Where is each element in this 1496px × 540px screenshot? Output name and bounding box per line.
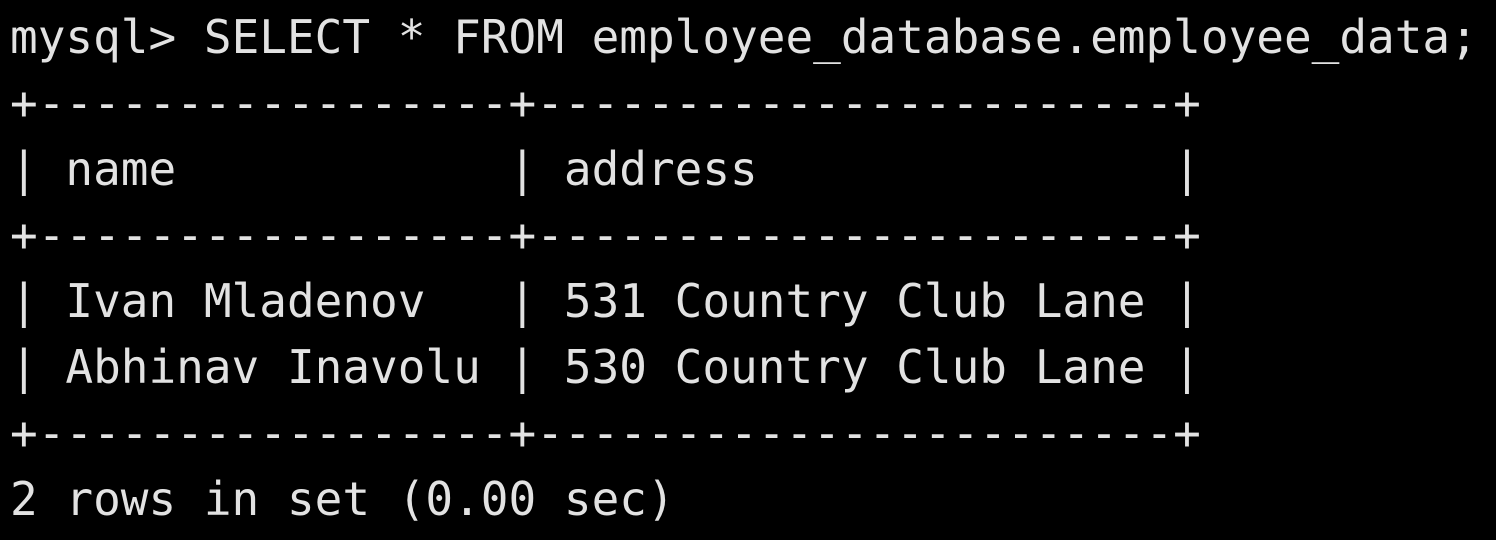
table-row: | Ivan Mladenov | 531 Country Club Lane … [10,274,1201,328]
table-border-header: +-----------------+---------------------… [10,208,1201,262]
terminal-window[interactable]: mysql> SELECT * FROM employee_database.e… [10,4,1496,540]
table-border-top: +-----------------+---------------------… [10,76,1201,130]
table-header-row: | name | address | [10,142,1201,196]
result-summary: 2 rows in set (0.00 sec) [10,472,675,526]
sql-command: SELECT * FROM employee_database.employee… [203,10,1478,64]
table-row: | Abhinav Inavolu | 530 Country Club Lan… [10,340,1201,394]
command-line: mysql> SELECT * FROM employee_database.e… [10,4,1496,70]
table-border-bottom: +-----------------+---------------------… [10,406,1201,460]
mysql-prompt: mysql> [10,10,204,64]
